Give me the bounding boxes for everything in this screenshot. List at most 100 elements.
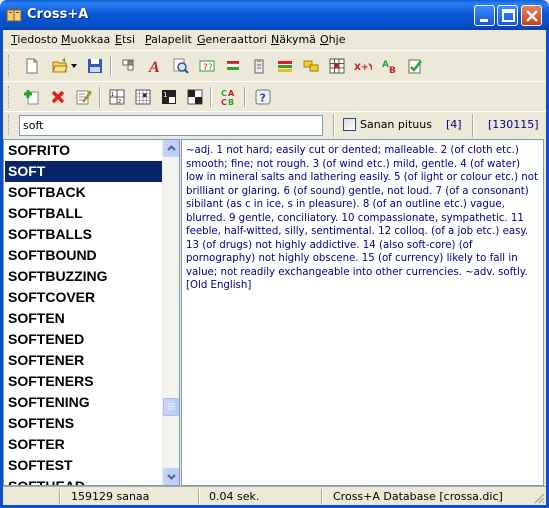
minimize-button[interactable] [474,5,495,26]
menu-palapelit[interactable]: Palapelit [145,33,192,46]
list-item[interactable]: SOFRITO [5,140,163,161]
equation-button[interactable]: X+Y [352,55,374,77]
list-item[interactable]: SOFTBUZZING [5,266,163,287]
color-bars-button[interactable] [274,55,296,77]
list-item[interactable]: SOFTBOUND [5,245,163,266]
color-bars-icon [278,61,292,72]
svg-text:2: 2 [118,99,121,105]
scroll-down-button[interactable] [163,468,179,485]
menu-ohje[interactable]: Ohje [320,33,345,46]
list-item[interactable]: SOFTENING [5,392,163,413]
word-list[interactable]: SOFRITO SOFT SOFTBACK SOFTBALL SOFTBALLS… [3,139,180,486]
list-item-selected[interactable]: SOFT [5,161,163,182]
grip-lines-icon [168,403,175,410]
checklist-button[interactable] [404,55,426,77]
search-input[interactable] [19,115,323,136]
grid-pattern-button[interactable] [132,86,154,108]
checkerboard-button[interactable] [184,86,206,108]
list-item[interactable]: SOFTBACK [5,182,163,203]
grid-button[interactable] [118,55,140,77]
menu-muokkaa[interactable]: Muokkaa [61,33,110,46]
find-button[interactable] [170,55,192,77]
svg-text:?: ? [208,63,213,73]
clipboard-button[interactable] [248,55,270,77]
add-icon [24,90,39,105]
question-box-icon: ?? [199,60,215,73]
menu-tiedosto[interactable]: Tiedosto [11,33,58,46]
flag-button[interactable] [222,55,244,77]
list-item[interactable]: SOFTEN [5,308,163,329]
list-item[interactable]: SOFTBALLS [5,224,163,245]
list-item[interactable]: SOFTCOVER [5,287,163,308]
svg-text:A: A [228,89,235,98]
help-button[interactable]: ? [252,86,274,108]
list-item[interactable]: SOFTENERS [5,371,163,392]
list-item[interactable]: SOFTHEAD [5,476,163,485]
yellow-tags-icon [303,60,319,72]
word-grid-icon [329,58,345,74]
list-item[interactable]: SOFTEST [5,455,163,476]
numbered-block-button[interactable]: 1 [158,86,180,108]
numbered-block-icon: 1 [162,90,176,104]
delete-button[interactable] [47,86,69,108]
checklist-icon [408,59,422,74]
question-box-button[interactable]: ?? [196,55,218,77]
edit-icon [76,90,92,105]
searchbar-grip[interactable] [8,115,11,135]
list-item[interactable]: SOFTENED [5,329,163,350]
new-file-button[interactable] [21,55,43,77]
scroll-thumb[interactable] [163,398,179,416]
search-bar: Sanan pituus [4] [130115] [3,111,546,138]
edit-button[interactable] [73,86,95,108]
window-title: Cross+A [27,7,89,22]
definition-panel[interactable]: ~adj. 1 not hard; easily cut or dented; … [181,139,544,486]
cipher-button[interactable]: CACB [218,86,240,108]
checkerboard-icon [187,89,203,105]
font-button[interactable]: A [144,55,166,77]
add-button[interactable] [21,86,43,108]
x-plus-y-icon: X+Y [354,63,372,73]
list-item[interactable]: SOFTENS [5,413,163,434]
status-separator [198,489,200,504]
font-a-icon: A [148,59,160,74]
open-dropdown-button[interactable] [69,55,79,77]
scroll-up-button[interactable] [163,140,179,157]
word-length-checkbox[interactable] [343,118,356,131]
cipher-icon: C AC B [221,89,235,106]
menu-generaattori[interactable]: Generaattori [197,33,267,46]
status-separator [59,489,61,504]
resize-grip-icon[interactable] [533,492,545,504]
toolbar-grip[interactable] [8,86,11,108]
close-button[interactable] [521,5,542,26]
status-word-count: 159129 sanaa [71,490,150,503]
clipboard-icon [254,59,264,74]
list-item[interactable]: SOFTENER [5,350,163,371]
toolbar-separator [110,56,112,76]
help-icon: ? [255,89,271,105]
menu-etsi[interactable]: Etsi [115,33,135,46]
word-list-scrollbar[interactable] [162,140,179,485]
open-button[interactable] [49,55,71,77]
spell-check-button[interactable]: AB [378,55,400,77]
word-grid-button[interactable] [326,55,348,77]
tags-button[interactable] [300,55,322,77]
maximize-button[interactable] [497,5,518,26]
svg-text:A: A [148,59,160,74]
toolbar-grip[interactable] [8,55,11,77]
save-icon [88,59,102,73]
svg-text:C: C [221,98,227,106]
menu-nakyma[interactable]: Näkymä [271,33,316,46]
toolbar-separator [244,87,246,107]
number-grid-button[interactable]: 12 [106,86,128,108]
toolbar-separator [99,87,101,107]
list-item[interactable]: SOFTER [5,434,163,455]
save-button[interactable] [84,55,106,77]
total-words-count: [130115] [488,118,539,131]
new-file-icon [26,58,38,74]
chevron-up-icon [167,145,176,151]
toolbar-separator [210,87,212,107]
grid-pattern-icon [135,89,151,105]
list-item[interactable]: SOFTBALL [5,203,163,224]
maximize-icon [502,9,515,22]
grid-icon [122,59,134,71]
